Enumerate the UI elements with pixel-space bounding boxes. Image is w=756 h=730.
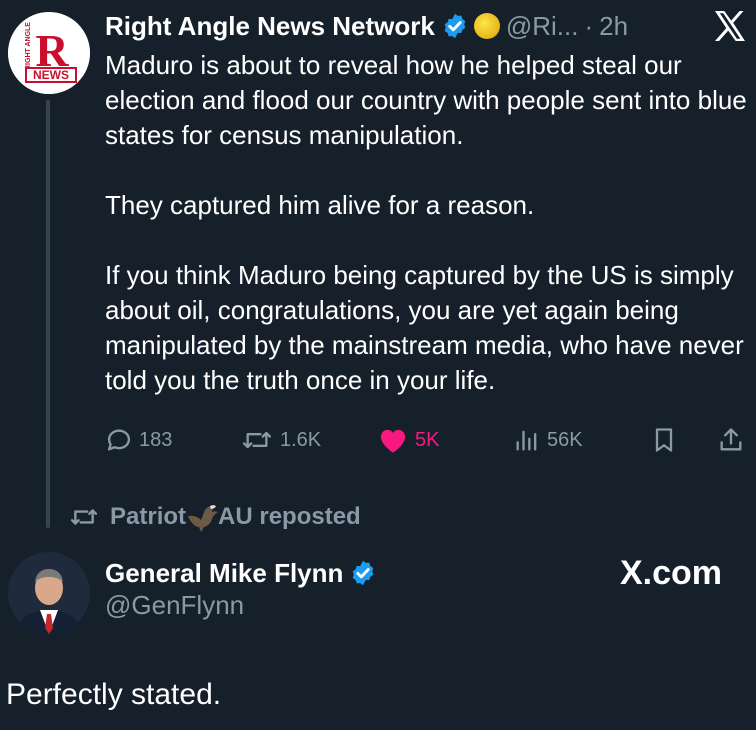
- repost-button[interactable]: 1.6K: [240, 420, 321, 460]
- verified-badge-icon: [444, 13, 466, 39]
- like-icon: [380, 429, 406, 453]
- views-icon: [516, 430, 537, 451]
- avatar-right-angle-news[interactable]: R RIGHT ANGLE NEWS: [8, 12, 90, 94]
- thread-line: [46, 100, 50, 528]
- verified-badge-icon: [353, 560, 374, 586]
- tweet-paragraph: They captured him alive for a reason.: [105, 190, 535, 220]
- logo-side-text: RIGHT ANGLE: [25, 22, 32, 70]
- repost-icon: [70, 509, 98, 525]
- repost-count: 1.6K: [280, 428, 322, 451]
- reply-button[interactable]: 183: [105, 420, 172, 460]
- right-angle-news-logo: R RIGHT ANGLE NEWS: [8, 12, 90, 94]
- reply-icon: [107, 429, 131, 451]
- header-separator: ·: [584, 10, 594, 41]
- tweet-handle[interactable]: @Ri...: [506, 11, 579, 42]
- tweet-time[interactable]: 2h: [599, 11, 628, 42]
- post-text: Perfectly stated.: [6, 678, 222, 711]
- post-author-name[interactable]: General Mike Flynn: [105, 558, 343, 589]
- views-button[interactable]: 56K: [513, 420, 583, 460]
- eagle-icon: [188, 505, 219, 532]
- reposter-name: Patriot: [110, 503, 187, 530]
- share-button[interactable]: [717, 420, 751, 460]
- repost-label: AU reposted: [218, 503, 361, 530]
- tweet-author-name[interactable]: Right Angle News Network: [105, 11, 435, 42]
- tweet-text: Maduro is about to reveal how he helped …: [105, 48, 750, 398]
- logo-banner: NEWS: [33, 68, 69, 82]
- repost-icon: [243, 431, 271, 449]
- reply-count: 183: [139, 428, 173, 451]
- bookmark-button[interactable]: [650, 420, 684, 460]
- post-header: General Mike Flynn: [105, 555, 377, 591]
- views-count: 56K: [547, 428, 583, 451]
- like-button[interactable]: 5K: [377, 420, 439, 460]
- tweet-paragraph: Maduro is about to reveal how he helped …: [105, 50, 747, 150]
- avatar-photo: [8, 552, 90, 634]
- share-icon: [720, 428, 742, 451]
- gold-circle-icon: [473, 13, 500, 39]
- bookmark-icon: [655, 428, 673, 452]
- tweet-actions: 183 1.6K 5K 56K: [105, 420, 750, 460]
- tweet-header: Right Angle News Network @Ri... · 2h: [105, 6, 628, 46]
- avatar-gen-flynn[interactable]: [8, 552, 90, 634]
- tweet-paragraph: If you think Maduro being captured by th…: [105, 260, 744, 395]
- repost-indicator[interactable]: Patriot AU reposted: [68, 498, 361, 536]
- x-logo-icon[interactable]: [712, 8, 748, 44]
- post-handle[interactable]: @GenFlynn: [105, 590, 244, 621]
- x-com-watermark: X.com: [620, 554, 723, 592]
- like-count: 5K: [415, 428, 440, 451]
